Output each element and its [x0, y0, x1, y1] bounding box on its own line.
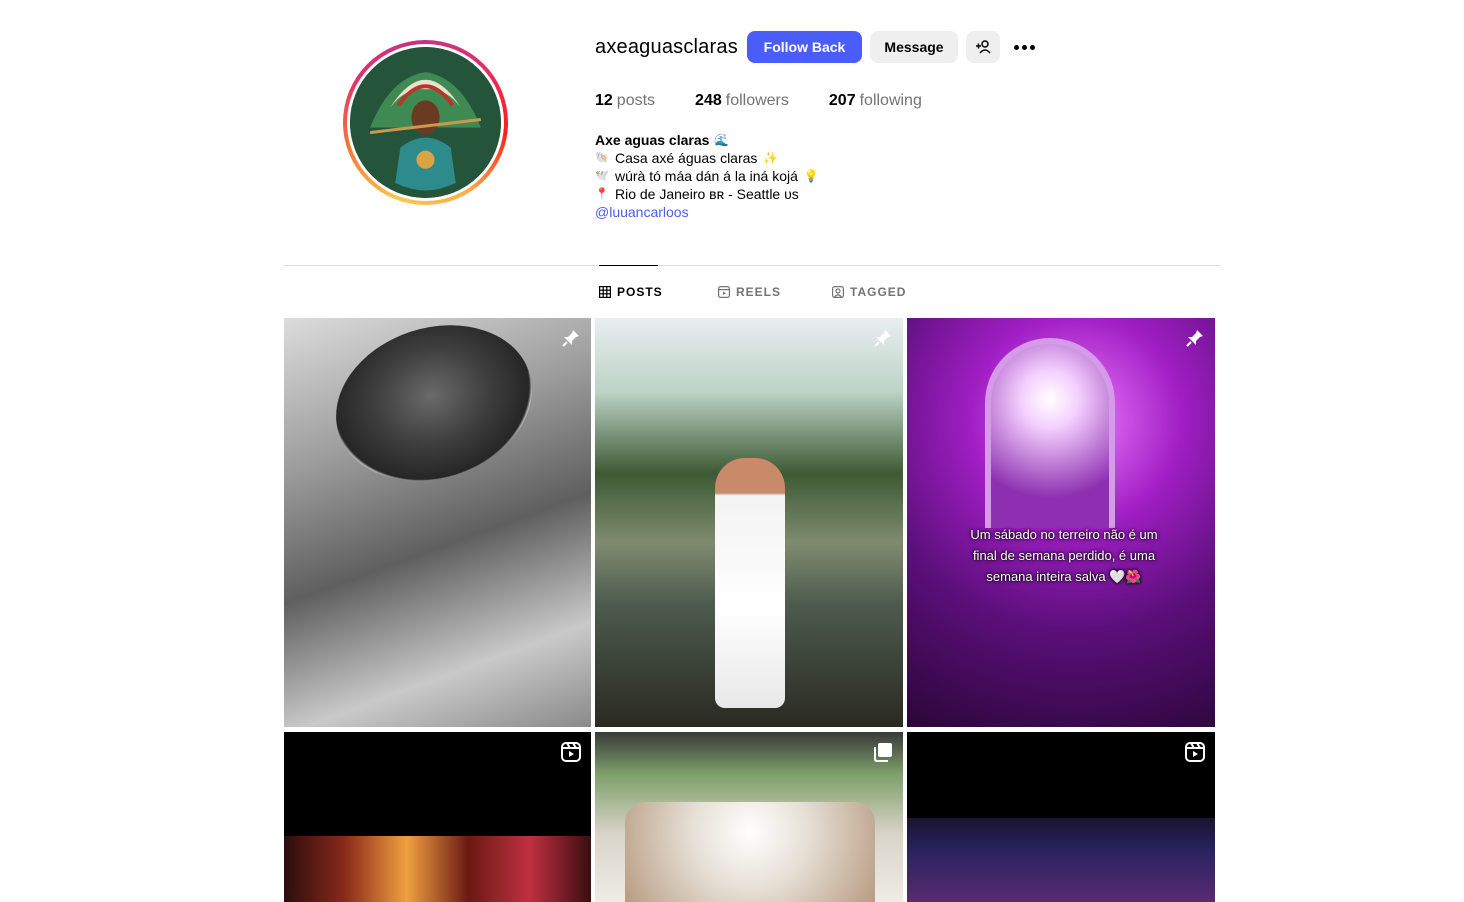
post-image-person — [715, 458, 785, 708]
post-tile[interactable] — [907, 732, 1215, 902]
add-user-icon — [976, 40, 991, 54]
message-button[interactable]: Message — [870, 31, 958, 63]
profile-stats: 12 posts 248 followers 207 following — [595, 92, 962, 110]
bio-line-3: 📍 Rio de Janeiro ʙʀ - Seattle ᴜs — [595, 185, 819, 203]
post-image-group — [625, 802, 875, 902]
post-tile[interactable] — [595, 318, 903, 727]
tab-reels[interactable]: REELS — [718, 285, 781, 299]
post-caption-overlay: Um sábado no terreiro não é um final de … — [970, 527, 1158, 584]
following-link[interactable]: 207 following — [829, 92, 922, 110]
bio-mention-link[interactable]: @luuancarloos — [595, 203, 689, 221]
tab-posts[interactable]: POSTS — [599, 285, 663, 299]
tab-posts-label: POSTS — [617, 285, 663, 299]
posts-count: 12 posts — [595, 92, 655, 110]
post-image-room — [907, 818, 1215, 902]
more-dot — [1029, 44, 1035, 50]
bio-line-1: 🐚 Casa axé águas claras ✨ — [595, 149, 819, 167]
pin-icon — [1186, 330, 1203, 347]
sparkles-emoji-icon: ✨ — [763, 151, 779, 165]
shell-emoji-icon: 🐚 — [595, 152, 609, 164]
active-tab-indicator — [599, 265, 658, 266]
avatar-border — [347, 44, 504, 201]
bio-line-3-text: Rio de Janeiro ʙʀ - Seattle ᴜs — [615, 186, 799, 202]
grid-icon — [599, 286, 611, 298]
carousel-icon — [874, 743, 892, 762]
posts-count-label: posts — [616, 92, 656, 109]
pin-icon — [562, 330, 579, 347]
tabs-divider — [284, 265, 1220, 266]
following-label: following — [859, 92, 922, 109]
profile-avatar-ring[interactable] — [343, 40, 508, 205]
more-dot — [1021, 44, 1027, 50]
followers-link[interactable]: 248 followers — [695, 92, 789, 110]
following-count-value: 207 — [828, 92, 856, 109]
tagged-icon — [832, 286, 844, 298]
post-tile[interactable] — [284, 318, 591, 727]
post-image-hat — [315, 318, 553, 506]
reel-icon — [1185, 742, 1205, 762]
bio-name: Axe aguas claras — [595, 132, 710, 148]
post-tile[interactable]: Um sábado no terreiro não é um final de … — [907, 318, 1215, 727]
pin-emoji-icon: 📍 — [595, 188, 609, 200]
profile-username: axeaguasclaras — [595, 36, 738, 58]
more-dot — [1013, 44, 1019, 50]
tab-reels-label: REELS — [736, 285, 782, 299]
lightbulb-emoji-icon: 💡 — [803, 169, 819, 183]
bio-line-1-text: Casa axé águas claras — [615, 150, 758, 166]
reels-icon — [718, 286, 730, 298]
post-image-candles — [284, 836, 591, 902]
dove-emoji-icon: 🕊️ — [595, 170, 609, 182]
follow-back-button[interactable]: Follow Back — [747, 31, 862, 63]
reel-icon — [561, 742, 581, 762]
bio-line-2-text: wúrà tó máa dán á la iná kojá — [615, 168, 798, 184]
posts-count-value: 12 — [595, 92, 613, 109]
bio-line-2: 🕊️ wúrà tó máa dán á la iná kojá 💡 — [595, 167, 819, 185]
bio-mention-line: @luuancarloos — [595, 203, 819, 221]
followers-label: followers — [725, 92, 789, 109]
tab-tagged-label: TAGGED — [850, 285, 907, 299]
profile-bio: Axe aguas claras 🌊 🐚 Casa axé águas clar… — [595, 131, 819, 221]
tab-tagged[interactable]: TAGGED — [832, 285, 906, 299]
post-tile[interactable] — [595, 732, 903, 902]
avatar[interactable] — [350, 47, 501, 198]
post-tile[interactable] — [284, 732, 591, 902]
followers-count-value: 248 — [695, 92, 722, 109]
bio-name-line: Axe aguas claras 🌊 — [595, 131, 819, 149]
post-image-arch — [985, 338, 1115, 528]
suggest-similar-button[interactable] — [966, 31, 1000, 63]
more-options-icon[interactable] — [1012, 38, 1036, 56]
wave-emoji-icon: 🌊 — [714, 133, 730, 147]
pin-icon — [874, 330, 891, 347]
avatar-illustration — [350, 47, 501, 198]
profile-tabs: POSTS REELS TAGGED — [0, 285, 1464, 301]
